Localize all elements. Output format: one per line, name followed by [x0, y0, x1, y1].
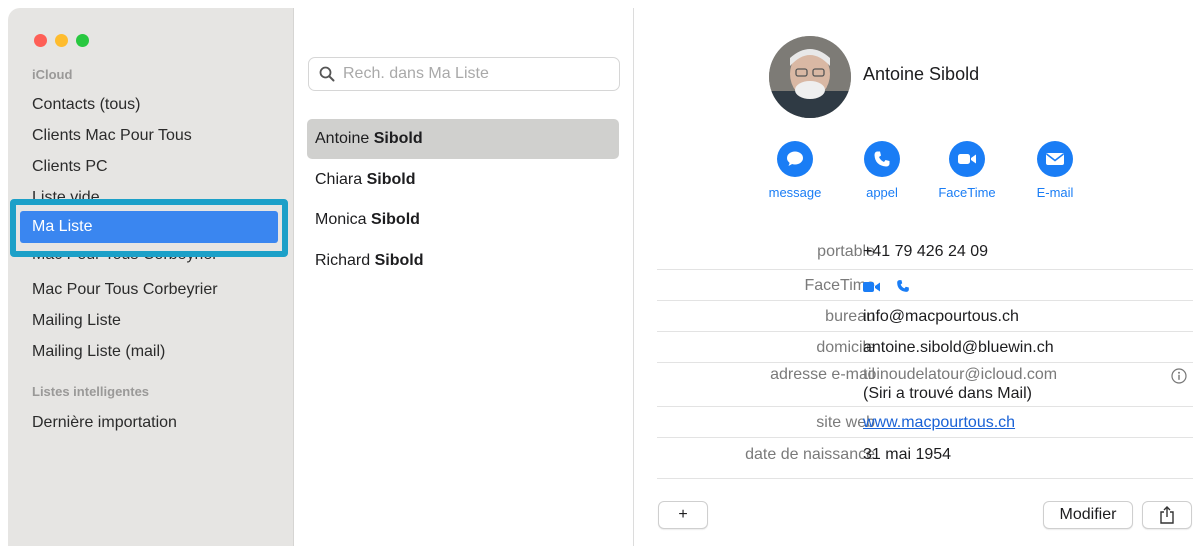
sidebar-item-my-list[interactable]: Ma Liste — [20, 211, 278, 243]
contact-name: Antoine Sibold — [863, 64, 980, 84]
search-icon — [319, 66, 335, 82]
section-label-smart-lists: Listes intelligentes — [32, 384, 150, 399]
zoom-window-button[interactable] — [76, 34, 89, 47]
message-icon — [777, 141, 813, 177]
website-link[interactable]: www.macpourtous.ch — [863, 414, 1015, 431]
contact-row-antoine[interactable]: Antoine Sibold — [307, 119, 619, 159]
sidebar-item-corbeyrier-hidden[interactable]: Mac Pour Tous Corbeyrier — [32, 256, 218, 266]
call-label: appel — [866, 185, 898, 200]
facetime-audio-icon[interactable] — [895, 279, 911, 293]
minimize-window-button[interactable] — [55, 34, 68, 47]
section-label-icloud: iCloud — [32, 67, 73, 82]
field-value-home[interactable]: antoine.sibold@bluewin.ch — [863, 339, 1054, 357]
sidebar-item-clients-pc[interactable]: Clients PC — [32, 158, 108, 176]
field-mobile: portable +41 79 426 24 09 — [657, 233, 1193, 269]
close-window-button[interactable] — [34, 34, 47, 47]
video-camera-icon — [949, 141, 985, 177]
phone-icon — [864, 141, 900, 177]
sidebar-item-last-import[interactable]: Dernière importation — [32, 414, 177, 432]
field-label-email: adresse e-mail — [770, 366, 875, 383]
field-label-birthday: date de naissance — [745, 446, 875, 463]
contact-list-pane: Antoine Sibold Chiara Sibold Monica Sibo… — [295, 8, 634, 546]
facetime-action[interactable]: FaceTime — [927, 141, 1007, 200]
search-input[interactable] — [343, 58, 613, 90]
sidebar-item-mailing-list-mail[interactable]: Mailing Liste (mail) — [32, 343, 165, 361]
facetime-video-icon[interactable] — [863, 281, 885, 293]
field-website: site web www.macpourtous.ch — [657, 406, 1193, 437]
sidebar-item-corbeyrier[interactable]: Mac Pour Tous Corbeyrier — [32, 281, 218, 299]
add-field-button[interactable]: + — [658, 501, 708, 529]
avatar-photo — [769, 36, 851, 118]
contact-row-richard[interactable]: Richard Sibold — [307, 241, 619, 281]
divider — [657, 478, 1193, 479]
window-controls — [34, 34, 89, 47]
facetime-label: FaceTime — [938, 185, 996, 200]
field-email: adresse e-mail toinoudelatour@icloud.com… — [657, 362, 1193, 406]
contact-row-chiara[interactable]: Chiara Sibold — [307, 160, 619, 200]
share-icon — [1160, 506, 1174, 524]
search-field[interactable] — [308, 57, 620, 91]
field-facetime: FaceTime — [657, 269, 1193, 300]
envelope-icon — [1037, 141, 1073, 177]
field-birthday: date de naissance 31 mai 1954 — [657, 437, 1193, 468]
call-action[interactable]: appel — [842, 141, 922, 200]
share-button[interactable] — [1142, 501, 1192, 529]
message-action[interactable]: message — [755, 141, 835, 200]
edit-button[interactable]: Modifier — [1043, 501, 1133, 529]
info-icon[interactable] — [1171, 368, 1187, 384]
field-home: domicile antoine.sibold@bluewin.ch — [657, 331, 1193, 362]
sidebar-item-all-contacts[interactable]: Contacts (tous) — [32, 96, 140, 114]
field-value-website[interactable]: www.macpourtous.ch — [863, 414, 1015, 432]
field-note-email: (Siri a trouvé dans Mail) — [863, 385, 1032, 402]
contact-detail-pane: Antoine Sibold message appel FaceTime E-… — [635, 8, 1204, 546]
email-label: E-mail — [1036, 185, 1074, 200]
field-value-email[interactable]: toinoudelatour@icloud.com — [863, 366, 1057, 384]
sidebar-item-clients-mac[interactable]: Clients Mac Pour Tous — [32, 127, 192, 145]
sidebar-item-mailing-list[interactable]: Mailing Liste — [32, 312, 121, 330]
field-work: bureau info@macpourtous.ch — [657, 300, 1193, 331]
field-value-mobile[interactable]: +41 79 426 24 09 — [863, 243, 988, 261]
email-action[interactable]: E-mail — [1015, 141, 1095, 200]
contact-row-monica[interactable]: Monica Sibold — [307, 200, 619, 240]
sidebar: iCloud Contacts (tous) Clients Mac Pour … — [8, 8, 294, 546]
field-value-work[interactable]: info@macpourtous.ch — [863, 308, 1019, 326]
facetime-buttons — [863, 279, 911, 298]
avatar[interactable] — [769, 36, 851, 118]
message-label: message — [768, 185, 822, 200]
field-value-birthday: 31 mai 1954 — [863, 446, 952, 463]
